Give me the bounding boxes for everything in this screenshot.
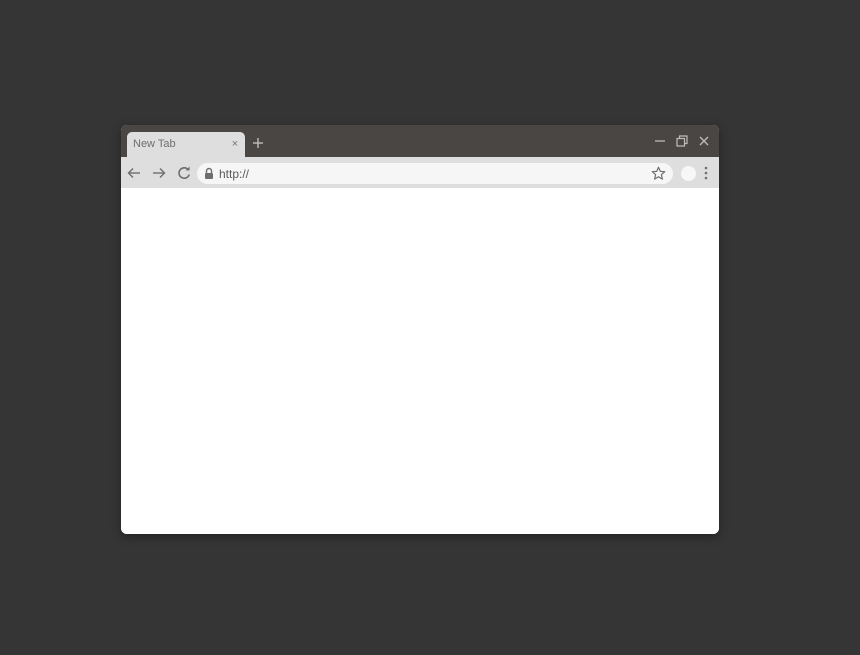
tab-title: New Tab — [133, 138, 176, 150]
restore-icon — [676, 135, 688, 147]
restore-button[interactable] — [675, 134, 689, 148]
minimize-button[interactable] — [653, 134, 667, 148]
tab-close-icon[interactable]: × — [229, 137, 241, 151]
new-tab-button[interactable] — [251, 136, 265, 150]
page-content[interactable] — [121, 188, 719, 534]
lock-icon — [204, 167, 214, 180]
back-button[interactable] — [126, 165, 142, 181]
browser-window: New Tab × http:// — [121, 125, 719, 534]
kebab-menu-icon — [704, 166, 708, 180]
menu-button[interactable] — [703, 165, 709, 181]
title-bar: New Tab × — [121, 125, 719, 157]
close-window-button[interactable] — [697, 134, 711, 148]
plus-icon — [253, 138, 263, 148]
arrow-left-icon — [127, 168, 140, 178]
forward-button[interactable] — [151, 165, 167, 181]
reload-button[interactable] — [176, 165, 192, 181]
url-text[interactable]: http:// — [219, 167, 249, 181]
avatar[interactable] — [681, 166, 696, 181]
close-icon — [699, 136, 709, 146]
arrow-right-icon — [153, 168, 166, 178]
address-bar[interactable]: http:// — [197, 163, 673, 184]
tab-new-tab[interactable]: New Tab × — [127, 132, 245, 157]
toolbar: http:// — [121, 157, 719, 188]
minimize-icon — [655, 140, 665, 142]
bookmark-star-icon[interactable] — [651, 166, 666, 181]
reload-icon — [178, 166, 190, 179]
